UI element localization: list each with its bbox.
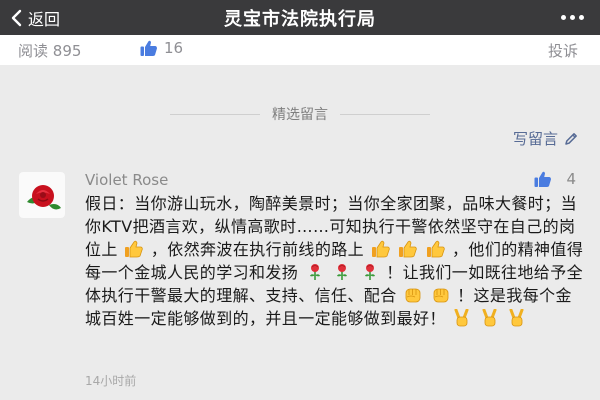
article-like-button[interactable]: 16	[140, 39, 183, 57]
write-comment-label: 写留言	[512, 130, 558, 148]
rose-avatar-image	[19, 172, 65, 218]
comments-section-title: 精选留言	[272, 107, 328, 123]
rose-icon	[305, 263, 325, 281]
fist-icon	[403, 286, 423, 304]
write-comment-button[interactable]: 写留言	[513, 128, 578, 149]
thumbs-up-icon	[398, 240, 418, 258]
pencil-icon	[565, 132, 577, 145]
article-stats-bar: 阅读 895 16 投诉	[0, 35, 600, 65]
comment-item: Violet Rose 4 假日：当你游山玩水，陶醉美景时；当你全家团聚，品味大…	[0, 160, 600, 400]
comment-text: ，依然奔波在执行前线的路上	[150, 240, 365, 259]
more-button[interactable]	[561, 0, 584, 35]
thumbs-up-icon	[371, 240, 391, 258]
read-number: 895	[52, 42, 82, 60]
fist-icon	[431, 286, 451, 304]
thumbs-up-icon	[426, 240, 446, 258]
comment-timestamp: 14小时前	[85, 374, 137, 388]
top-nav-bar: 返回 灵宝市法院执行局	[0, 0, 600, 35]
divider	[340, 113, 430, 115]
comment-author[interactable]: Violet Rose	[85, 171, 168, 189]
comments-section-header: 精选留言	[0, 104, 600, 124]
victory-hand-icon	[452, 309, 472, 327]
divider	[170, 113, 260, 115]
comment-like-button[interactable]: 4	[534, 170, 576, 188]
avatar[interactable]	[19, 172, 65, 218]
page-title: 灵宝市法院执行局	[224, 8, 376, 30]
thumbs-up-icon	[140, 40, 157, 56]
more-dots-icon	[561, 15, 584, 20]
read-label: 阅读	[18, 42, 49, 60]
article-like-count: 16	[164, 39, 184, 57]
report-link[interactable]: 投诉	[548, 40, 578, 61]
rose-icon	[360, 263, 380, 281]
victory-hand-icon	[507, 309, 527, 327]
victory-hand-icon	[480, 309, 500, 327]
comment-like-count: 4	[566, 170, 576, 188]
comment-content: 假日：当你游山玩水，陶醉美景时；当你全家团聚，品味大餐时；当你KTV把酒言欢，纵…	[85, 192, 585, 330]
read-count: 阅读 895	[18, 40, 81, 61]
thumbs-up-icon	[534, 171, 552, 187]
rose-icon	[332, 263, 352, 281]
thumbs-up-icon	[124, 240, 144, 258]
